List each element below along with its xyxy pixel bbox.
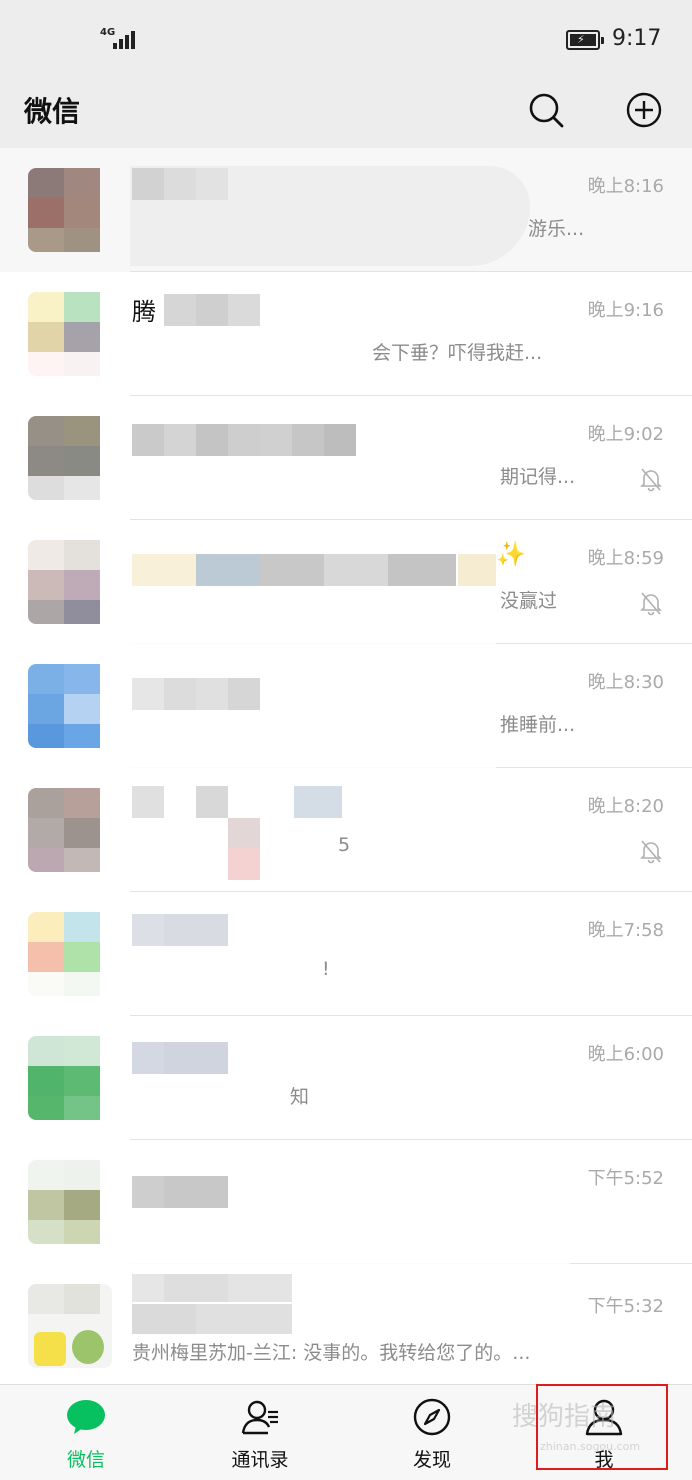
chat-list: 游乐... 晚上8:16 腾 会下垂？吓得我赶... 晚上9:16 期记得... bbox=[0, 148, 692, 1384]
chat-preview: ! bbox=[322, 958, 330, 980]
chat-time: 晚上8:20 bbox=[587, 796, 664, 817]
avatar bbox=[28, 1284, 112, 1368]
chat-preview: 期记得... bbox=[500, 466, 576, 488]
contacts-icon bbox=[241, 1400, 278, 1435]
emoji-sticker-icon bbox=[72, 1330, 104, 1364]
tab-discover[interactable]: 发现 bbox=[372, 1385, 492, 1480]
tab-label: 微信 bbox=[66, 1449, 105, 1471]
chat-preview: 5 bbox=[338, 834, 351, 856]
search-button[interactable] bbox=[522, 86, 570, 134]
compass-icon bbox=[413, 1398, 451, 1436]
chat-row[interactable]: 知 晚上6:00 bbox=[0, 1016, 692, 1140]
avatar bbox=[28, 788, 112, 872]
chat-row[interactable]: ! 晚上7:58 bbox=[0, 892, 692, 1016]
emoji-sticker-icon bbox=[34, 1332, 66, 1366]
chat-time: 下午5:32 bbox=[587, 1296, 664, 1317]
avatar bbox=[28, 416, 112, 500]
chat-time: 晚上6:00 bbox=[587, 1044, 664, 1065]
chat-time: 晚上8:59 bbox=[587, 548, 664, 569]
app-header: 微信 bbox=[0, 78, 692, 148]
avatar bbox=[28, 1160, 112, 1244]
chat-time: 晚上8:30 bbox=[587, 672, 664, 693]
status-time: 9:17 bbox=[612, 26, 662, 51]
avatar bbox=[28, 292, 112, 376]
chat-time: 晚上9:16 bbox=[587, 300, 664, 321]
tab-label: 发现 bbox=[412, 1449, 451, 1471]
tab-contacts[interactable]: 通讯录 bbox=[200, 1385, 320, 1480]
avatar bbox=[28, 912, 112, 996]
chat-preview: 贵州梅里苏加-兰江: 没事的。我转给您了的。... bbox=[132, 1342, 531, 1364]
chat-preview: 推睡前... bbox=[500, 714, 576, 736]
network-type-label: 4G bbox=[100, 27, 116, 38]
chat-preview: 会下垂？吓得我赶... bbox=[372, 342, 543, 364]
avatar bbox=[28, 664, 112, 748]
mute-bell-icon bbox=[640, 840, 662, 864]
chat-time: 晚上9:02 bbox=[587, 424, 664, 445]
battery-icon: ⚡ bbox=[566, 30, 604, 50]
chat-preview: 游乐... bbox=[528, 218, 585, 240]
chat-preview: 没赢过 bbox=[500, 590, 558, 612]
chat-name: 腾 bbox=[132, 298, 156, 326]
add-button[interactable] bbox=[620, 86, 668, 134]
chat-row[interactable]: 5 晚上8:20 bbox=[0, 768, 692, 892]
search-icon bbox=[529, 93, 564, 128]
signal-icon: 4G bbox=[100, 27, 140, 53]
avatar bbox=[28, 540, 112, 624]
chat-bubble-icon bbox=[67, 1400, 105, 1434]
tab-me-highlight bbox=[536, 1384, 668, 1470]
page-title: 微信 bbox=[24, 95, 81, 128]
status-bar: 4G ⚡ 9:17 bbox=[0, 0, 692, 78]
chat-time: 下午5:52 bbox=[587, 1168, 664, 1189]
chat-name: ✨ bbox=[496, 540, 526, 568]
tab-chats[interactable]: 微信 bbox=[26, 1385, 146, 1480]
mute-bell-icon bbox=[640, 468, 662, 492]
chat-preview: 知 bbox=[290, 1086, 310, 1108]
mute-bell-icon bbox=[640, 592, 662, 616]
avatar bbox=[28, 168, 112, 252]
plus-circle-icon bbox=[626, 92, 662, 128]
avatar bbox=[28, 1036, 112, 1120]
tab-label: 通讯录 bbox=[231, 1449, 289, 1471]
chat-time: 晚上7:58 bbox=[587, 920, 664, 941]
chat-time: 晚上8:16 bbox=[587, 176, 664, 197]
